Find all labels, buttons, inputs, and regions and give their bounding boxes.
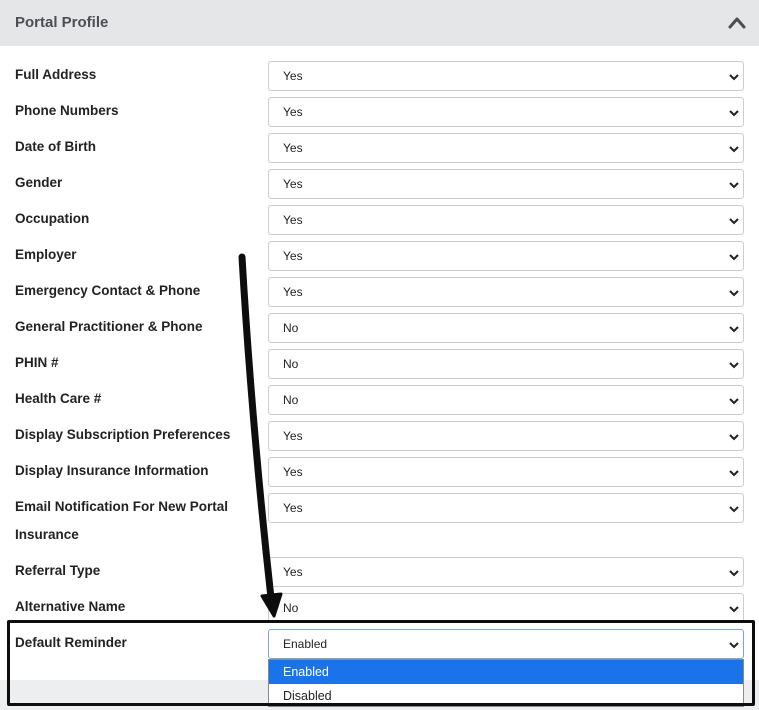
annotation-arrow [238,253,283,618]
